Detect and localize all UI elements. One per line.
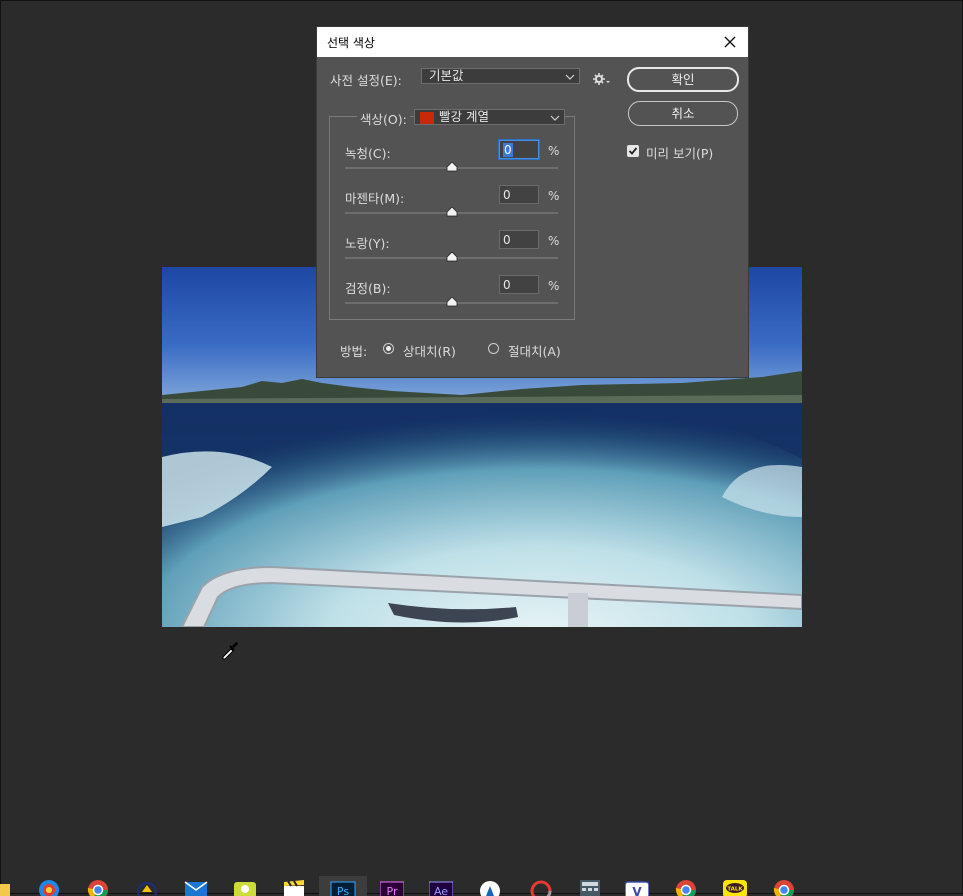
photoshop-icon[interactable]: Ps (319, 876, 367, 896)
svg-text:Pr: Pr (387, 885, 398, 896)
chrome-icon[interactable] (772, 876, 796, 896)
taskbar: Ps Pr Ae V TALK (0, 869, 963, 896)
app-icon[interactable] (478, 876, 502, 896)
after-effects-icon[interactable]: Ae (429, 876, 453, 896)
svg-text:Ae: Ae (434, 885, 448, 896)
black-value-input[interactable]: 0 (499, 275, 539, 294)
method-label: 방법: (340, 344, 368, 359)
svg-text:TALK: TALK (727, 887, 743, 893)
eyedropper-cursor-icon (220, 640, 240, 660)
slider-label: 마젠타(M): (345, 191, 405, 206)
svg-text:Ps: Ps (337, 885, 349, 896)
preset-label: 사전 설정(E): (330, 73, 402, 88)
cancel-button[interactable]: 취소 (628, 101, 738, 126)
dialog-titlebar: 선택 색상 (317, 27, 748, 57)
percent-sign: % (548, 279, 560, 293)
colors-dropdown[interactable]: 빨강 계열 (414, 109, 565, 125)
relative-radio[interactable] (383, 343, 394, 354)
chevron-down-icon (550, 112, 560, 126)
magenta-value-input[interactable]: 0 (499, 185, 539, 204)
cyan-value-input[interactable]: 0 (499, 140, 539, 159)
app-icon[interactable] (135, 876, 159, 896)
davinci-icon[interactable] (529, 876, 553, 896)
absolute-radio[interactable] (488, 343, 499, 354)
mail-icon[interactable] (184, 876, 208, 896)
premiere-icon[interactable]: Pr (380, 876, 404, 896)
close-icon[interactable] (718, 30, 742, 54)
file-explorer-icon[interactable] (0, 876, 12, 896)
slider-label: 녹청(C): (345, 146, 391, 161)
colorful-app-icon[interactable] (37, 876, 61, 896)
video-editor-icon[interactable] (282, 876, 306, 896)
relative-label[interactable]: 상대치(R) (403, 341, 456, 360)
kakaotalk-icon[interactable]: TALK (723, 876, 747, 896)
selective-color-dialog: 선택 색상 사전 설정(E): 기본값 확인 취소 미리 보기(P) 색상(O)… (317, 27, 748, 377)
percent-sign: % (548, 144, 560, 158)
slider-label: 노랑(Y): (345, 236, 390, 251)
chrome-icon[interactable] (674, 876, 698, 896)
image-viewer-icon[interactable] (233, 876, 257, 896)
ok-button[interactable]: 확인 (627, 67, 739, 92)
dialog-title: 선택 색상 (327, 36, 375, 50)
percent-sign: % (548, 234, 560, 248)
absolute-label[interactable]: 절대치(A) (508, 341, 561, 360)
color-swatch (420, 112, 434, 124)
colors-label: 색상(O): (357, 109, 410, 128)
colors-value: 빨강 계열 (439, 109, 489, 124)
chevron-down-icon (565, 71, 575, 85)
preset-dropdown[interactable]: 기본값 (421, 68, 580, 84)
svg-text:V: V (632, 885, 642, 896)
chrome-icon[interactable] (86, 876, 110, 896)
preview-label[interactable]: 미리 보기(P) (646, 143, 713, 162)
gear-icon[interactable] (592, 71, 610, 85)
yellow-value-input[interactable]: 0 (499, 230, 539, 249)
preset-value: 기본값 (429, 68, 464, 83)
calculator-icon[interactable] (578, 876, 602, 896)
preview-checkbox[interactable] (627, 145, 639, 157)
app-icon[interactable]: V (625, 876, 649, 896)
slider-label: 검정(B): (345, 281, 391, 296)
percent-sign: % (548, 189, 560, 203)
